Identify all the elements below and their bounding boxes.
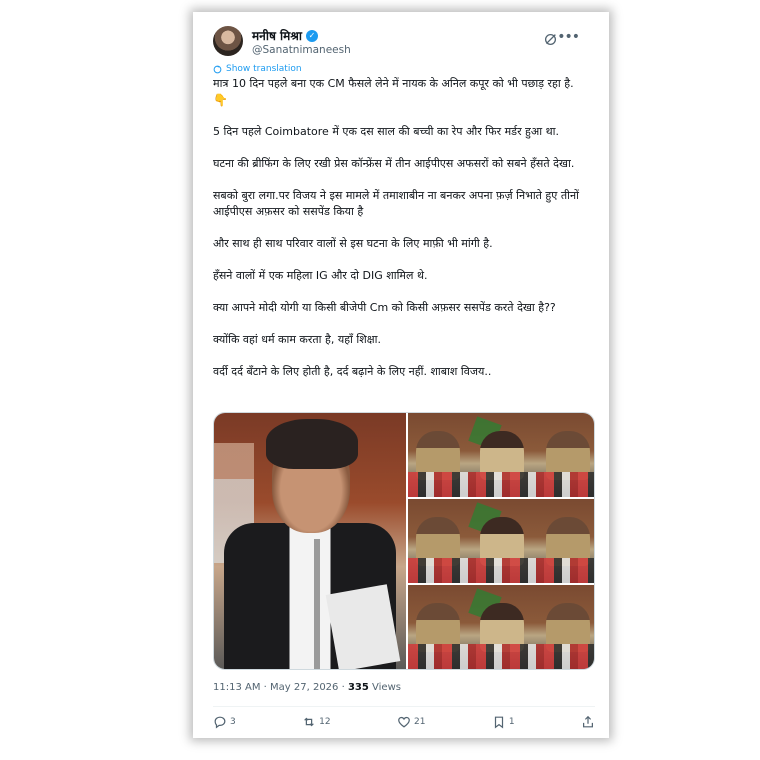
show-translation-link[interactable]: Show translation	[213, 64, 302, 74]
tweet-header: मनीष मिश्रा ✓ @Sanatnimaneesh •••	[213, 26, 595, 62]
tweet-line: 5 दिन पहले Coimbatore में एक दस साल की ब…	[213, 125, 560, 138]
like-count: 21	[414, 717, 426, 727]
tweet-line: घटना की ब्रीफिंग के लिए रखी प्रेस कॉन्फ्…	[213, 157, 575, 170]
microphones	[408, 471, 594, 497]
tweet-line: मात्र 10 दिन पहले बना एक CM फैसले लेने म…	[213, 77, 574, 90]
translate-icon	[213, 65, 222, 73]
views-label: Views	[372, 682, 401, 693]
media-photo-main[interactable]	[214, 413, 406, 669]
views-count: 335	[347, 682, 369, 693]
media-photo-officers-1[interactable]	[408, 413, 594, 497]
avatar[interactable]	[213, 26, 243, 56]
reply-icon	[214, 716, 226, 729]
tweet-time[interactable]: 11:13 AM	[213, 682, 260, 693]
grok-icon[interactable]	[544, 33, 557, 46]
bookmark-icon	[494, 716, 503, 729]
tweet-card: मनीष मिश्रा ✓ @Sanatnimaneesh ••• Show t…	[193, 12, 609, 738]
show-translation-label: Show translation	[226, 64, 302, 74]
reply-count: 3	[230, 717, 236, 727]
media-photo-grid[interactable]	[408, 413, 594, 669]
paper-sheet	[325, 584, 401, 669]
tweet-line: हँसने वालों में एक महिला IG और दो DIG शा…	[213, 269, 428, 282]
share-icon	[583, 715, 593, 728]
tweet-line: और साथ ही साथ परिवार वालों से इस घटना के…	[213, 237, 493, 250]
more-icon[interactable]: •••	[557, 29, 580, 45]
like-icon	[398, 716, 410, 728]
tweet-line: क्या आपने मोदी योगी या किसी बीजेपी Cm को…	[213, 301, 556, 314]
pointing-down-emoji: 👇	[213, 93, 228, 107]
tweet-date[interactable]: May 27, 2026	[270, 682, 338, 693]
author-name-row: मनीष मिश्रा ✓	[252, 27, 318, 44]
action-bar: 3 12 21 1	[213, 715, 595, 729]
tweet-media[interactable]	[213, 412, 595, 670]
bookmark-button[interactable]: 1	[492, 715, 515, 729]
tweet-meta: 11:13 AM · May 27, 2026 · 335 Views	[213, 682, 401, 693]
repost-button[interactable]: 12	[302, 715, 331, 729]
tweet-text: मात्र 10 दिन पहले बना एक CM फैसले लेने म…	[213, 76, 598, 380]
repost-count: 12	[319, 717, 331, 727]
microphone	[314, 539, 320, 669]
author-name[interactable]: मनीष मिश्रा	[252, 27, 302, 44]
tweet-line: क्योंकि वहां धर्म काम करता है, यहाँ शिक्…	[213, 333, 381, 346]
media-photo-officers-3[interactable]	[408, 585, 594, 669]
tweet-line: वर्दी दर्द बँटाने के लिए होती है, दर्द ब…	[213, 365, 492, 378]
like-button[interactable]: 21	[397, 715, 425, 729]
bookmark-count: 1	[508, 717, 515, 727]
media-photo-officers-2[interactable]	[408, 499, 594, 583]
microphones	[408, 557, 594, 583]
repost-icon	[304, 717, 314, 727]
microphones	[408, 643, 594, 669]
person-hair	[266, 419, 358, 469]
reply-button[interactable]: 3	[213, 715, 236, 729]
share-button[interactable]	[581, 715, 595, 729]
verified-badge-icon: ✓	[305, 29, 318, 42]
tweet-line: सबको बुरा लगा.पर विजय ने इस मामले में तम…	[213, 189, 579, 218]
author-handle[interactable]: @Sanatnimaneesh	[252, 44, 351, 56]
divider	[213, 706, 595, 707]
